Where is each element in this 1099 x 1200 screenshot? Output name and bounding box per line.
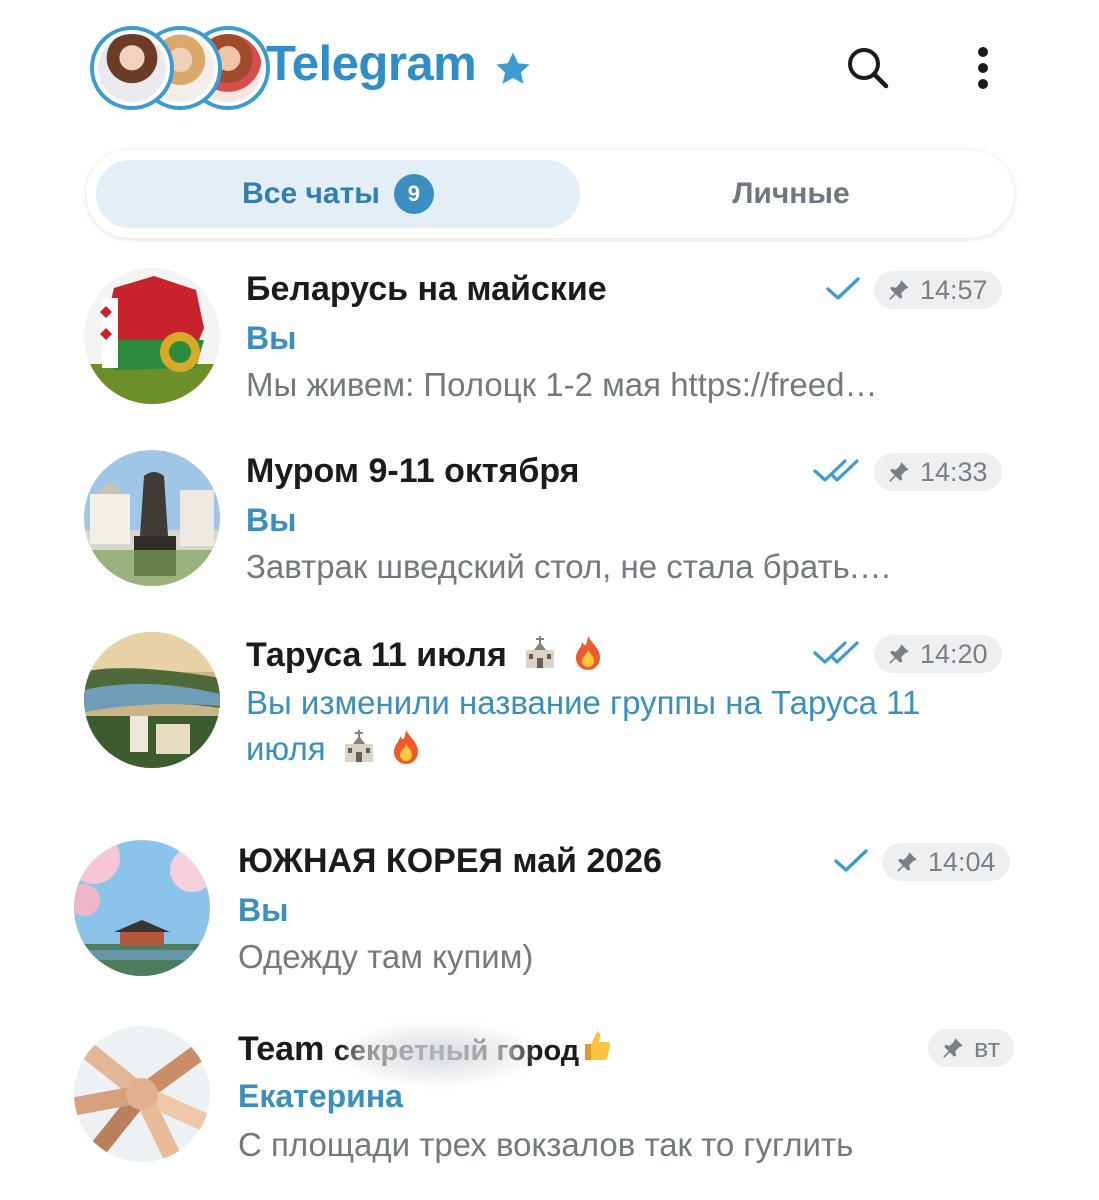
church-emoji-icon [526,636,555,668]
message-sender: Вы [238,892,289,928]
app-header: Telegram [0,0,1099,130]
read-checks-icon [813,641,859,664]
pinned-time-badge: 14:04 [882,843,1010,881]
chat-row[interactable]: ЮЖНАЯ КОРЕЯ май 2026 14:04 Вы Одежду там… [0,834,1099,984]
thumbs-up-emoji-icon [585,1032,611,1060]
pin-icon [943,1038,963,1058]
pinned-time-badge: 14:57 [874,271,1002,309]
pinned-time-badge: вт [928,1029,1015,1067]
service-message-line: Вы изменили название группы на Таруса 11 [246,684,921,721]
folder-tabs: Все чаты 9 Личные [86,150,1014,238]
message-preview: Завтрак шведский стол, не стала брать.… [246,548,892,585]
service-message: Вы изменили название группы на Таруса 11… [246,680,1006,772]
tab-personal[interactable]: Личные [586,160,996,228]
story-avatar[interactable] [90,26,174,110]
church-emoji-icon [344,730,373,762]
pin-icon [889,280,909,300]
tab-all-chats[interactable]: Все чаты 9 [96,160,580,228]
chat-title: Муром 9-11 октября [246,452,580,490]
tab-label: Личные [732,177,850,210]
message-preview: Мы живем: Полоцк 1-2 мая https://freed… [246,366,878,403]
message-sender: Вы [246,502,297,538]
message-sender: Вы [246,320,297,356]
chat-row[interactable]: Муром 9-11 октября 14:33 Вы Завтрак швед… [0,444,1099,594]
search-icon[interactable] [840,40,896,96]
redaction-smudge [342,1024,532,1084]
chat-time: 14:33 [920,456,988,487]
chat-avatar [84,268,220,404]
chat-title: ЮЖНАЯ КОРЕЯ май 2026 [238,842,662,880]
pinned-time-badge: 14:33 [874,453,1002,491]
pin-icon [889,462,909,482]
pin-icon [889,644,909,664]
message-preview: С площади трех вокзалов так то гуглить [238,1126,854,1163]
service-message-line: июля [246,726,1006,772]
fire-emoji-icon [575,636,600,670]
read-checks-icon [813,459,859,482]
chat-row[interactable]: Таруса 11 июля 14:20 Вы изменили названи… [0,626,1099,806]
fire-emoji-icon [393,730,418,764]
chat-row[interactable]: Беларусь на майские 14:57 Вы Мы живем: П… [0,262,1099,412]
chat-title: Таруса 11 июля [246,634,606,675]
chat-title: Беларусь на майские [246,270,607,308]
sent-check-icon [826,277,860,300]
sent-check-icon [834,849,868,872]
chat-time: 14:20 [920,638,988,669]
chat-time: 14:57 [920,274,988,305]
message-preview: Одежду там купим) [238,938,534,975]
tab-label: Все чаты [242,177,380,210]
chat-time: вт [974,1032,1001,1063]
chat-avatar [74,1026,210,1162]
message-sender: Екатерина [238,1078,403,1114]
telegram-chat-list: Telegram Все чаты 9 Личные Беларусь на м… [0,0,1099,1200]
premium-star-icon[interactable] [492,48,534,90]
pinned-time-badge: 14:20 [874,635,1002,673]
chat-row[interactable]: Team секретный город вт Екатерина С площ… [0,1020,1099,1190]
app-title: Telegram [266,37,477,91]
chat-avatar [84,632,220,768]
chat-time: 14:04 [928,846,996,877]
unread-count-badge: 9 [393,174,434,214]
more-vertical-icon[interactable] [960,40,1006,96]
chat-avatar [84,450,220,586]
stories-stack[interactable] [90,26,270,110]
pin-icon [897,852,917,872]
chat-avatar [74,840,210,976]
